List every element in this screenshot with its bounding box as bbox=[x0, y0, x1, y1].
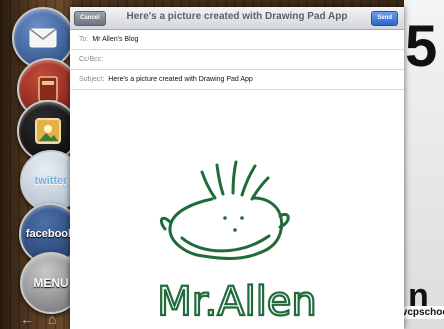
book-icon bbox=[38, 76, 58, 102]
subject-value: Here's a picture created with Drawing Pa… bbox=[108, 76, 253, 83]
compose-titlebar: Cancel Here's a picture created with Dra… bbox=[70, 7, 404, 30]
menu-label: MENU bbox=[33, 276, 69, 290]
twitter-label: twitter bbox=[34, 175, 68, 187]
drawing-canvas: Mr.Allen bbox=[70, 90, 404, 329]
drawing-signature-text: Mr.Allen bbox=[157, 279, 317, 325]
compose-title: Here's a picture created with Drawing Pa… bbox=[126, 11, 348, 22]
subject-field[interactable]: Subject: Here's a picture created with Dr… bbox=[70, 70, 404, 90]
to-label: To: bbox=[79, 36, 89, 43]
cc-bcc-label: Cc/Bcc: bbox=[79, 56, 104, 63]
nav-arrows: ← ⌂ bbox=[20, 312, 56, 326]
envelope-icon bbox=[29, 28, 57, 48]
slide-number: 5 bbox=[405, 14, 438, 79]
email-compose-sheet: Cancel Here's a picture created with Dra… bbox=[70, 7, 404, 329]
face-drawing bbox=[159, 160, 290, 260]
to-field[interactable]: To: Mr Allen's Blog bbox=[70, 30, 404, 50]
drawing-svg: Mr.Allen bbox=[156, 160, 318, 326]
photo-frame-icon bbox=[35, 118, 61, 144]
facebook-label: facebook bbox=[25, 228, 75, 240]
back-arrow-icon[interactable]: ← bbox=[20, 312, 34, 326]
home-icon[interactable]: ⌂ bbox=[48, 312, 56, 326]
app-dock: twitter facebook MENU ← ⌂ bbox=[0, 0, 82, 329]
to-value: Mr Allen's Blog bbox=[92, 36, 139, 43]
face-eyes bbox=[223, 216, 244, 232]
cc-bcc-field[interactable]: Cc/Bcc: bbox=[70, 50, 404, 70]
send-button[interactable]: Send bbox=[371, 11, 398, 26]
subject-label: Subject: bbox=[79, 76, 105, 83]
